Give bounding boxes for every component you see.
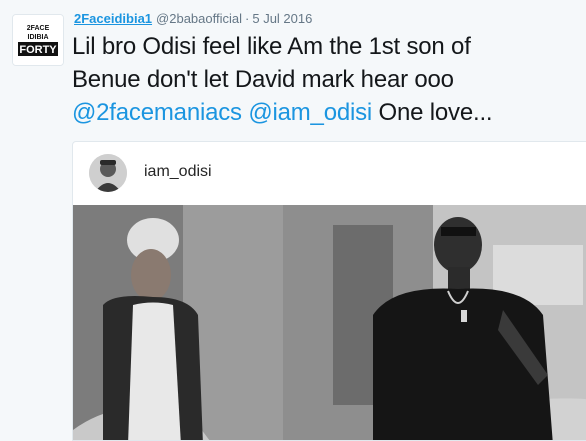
mention-link[interactable]: @iam_odisi	[248, 99, 372, 126]
embed-user-avatar[interactable]	[89, 154, 127, 192]
tweet-text-tail: One love...	[372, 99, 493, 126]
tweet-text-line: Lil bro Odisi feel like Am the 1st son o…	[72, 33, 471, 60]
svg-text:IDIBIA: IDIBIA	[28, 34, 49, 41]
instagram-embed-card[interactable]: iam_odisi	[72, 141, 586, 441]
tweet-text-line: @2facemaniacs @iam_odisi One love...	[72, 96, 577, 129]
user-photo-icon	[89, 154, 127, 192]
user-handle[interactable]: @2babaofficial	[156, 11, 242, 26]
embed-photo[interactable]	[73, 205, 586, 440]
tweet-timestamp[interactable]: 5 Jul 2016	[252, 11, 312, 26]
tweet-text-line: Benue don't let David mark hear ooo	[72, 66, 454, 93]
svg-text:2FACE: 2FACE	[27, 25, 50, 32]
tweet-text: Lil bro Odisi feel like Am the 1st son o…	[72, 30, 577, 129]
forty-logo-icon: 2FACE IDIBIA FORTY	[13, 15, 63, 65]
embed-username[interactable]: iam_odisi	[144, 161, 212, 183]
tweet: 2FACE IDIBIA FORTY 2Faceidibia1 @2babaoff…	[0, 0, 586, 441]
svg-text:FORTY: FORTY	[19, 44, 57, 56]
video-still-image	[73, 205, 586, 440]
profile-avatar[interactable]: 2FACE IDIBIA FORTY	[12, 14, 64, 66]
tweet-header: 2Faceidibia1 @2babaofficial · 5 Jul 2016	[74, 10, 312, 28]
mention-link[interactable]: @2facemaniacs	[72, 99, 242, 126]
header-separator: ·	[245, 11, 250, 26]
embed-header: iam_odisi	[73, 142, 586, 204]
display-name-link[interactable]: 2Faceidibia1	[74, 11, 152, 26]
